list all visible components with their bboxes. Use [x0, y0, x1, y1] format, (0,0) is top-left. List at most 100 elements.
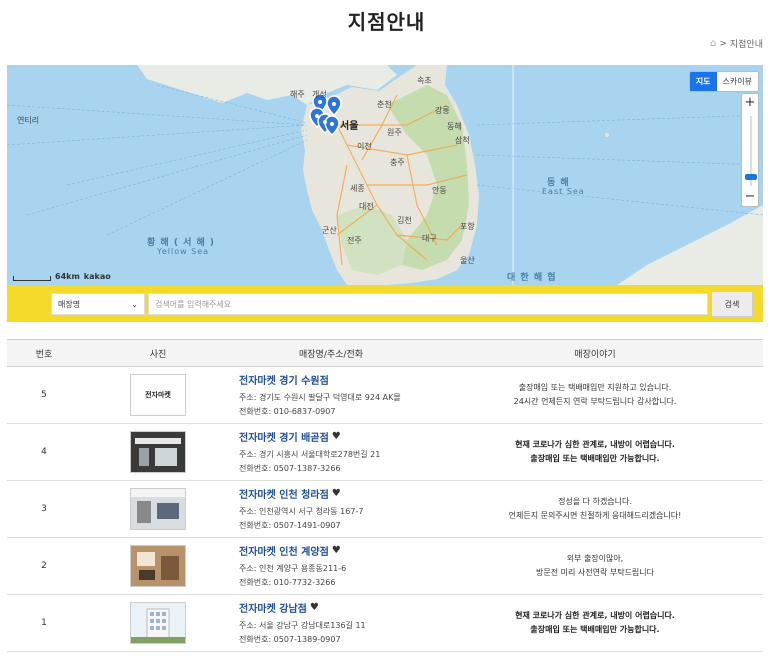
store-name: 전자마켓 강남점 [239, 603, 307, 615]
heart-icon: ♥ [331, 430, 341, 442]
store-phone: 전화번호: 0507-1491-0907 [239, 520, 341, 530]
store-phone: 전화번호: 010-6837-0907 [239, 406, 336, 416]
store-name-link[interactable]: 전자마켓 인천 청라점 ♥ [239, 486, 341, 501]
story-line-1: 정성을 다 하겠습니다. [558, 497, 632, 506]
zoom-out-button[interactable]: − [742, 188, 758, 206]
store-address: 주소: 인천광역시 서구 청라동 167-7 [239, 506, 364, 516]
store-thumbnail[interactable] [130, 545, 186, 587]
store-name-link[interactable]: 전자마켓 인천 계양점 ♥ [239, 543, 341, 558]
row-number: 5 [41, 390, 47, 400]
map-label-andong: 안동 [432, 186, 447, 195]
header-number: 번호 [35, 349, 53, 360]
store-name: 전자마켓 인천 계양점 [239, 546, 329, 558]
story-line-1: 외부 출장이많아, [566, 554, 624, 563]
store-phone: 전화번호: 0507-1387-3266 [239, 463, 341, 473]
home-icon[interactable]: ⌂ [710, 38, 716, 49]
map-label-korea-strait: 대 한 해 협 [507, 273, 557, 283]
scale-bar [13, 276, 51, 281]
search-button[interactable]: 검색 [711, 291, 753, 317]
zoom-in-button[interactable]: + [742, 94, 758, 112]
row-story: 현재 코로나가 심한 관계로, 내방이 어렵습니다. 출장매입 또는 택배매입만… [427, 424, 763, 480]
scale-label: 64km [55, 272, 80, 281]
heart-icon: ♥ [331, 487, 341, 499]
kakao-logo[interactable]: kakao [84, 272, 111, 281]
row-photo-cell [81, 424, 235, 480]
store-phone: 전화번호: 0507-1389-0907 [239, 634, 341, 644]
map-label-sejong: 세종 [350, 184, 365, 193]
store-name-link[interactable]: 전자마켓 경기 수원점 [239, 372, 329, 387]
story-line-2: 출장매입 또는 택배매입만 가능합니다. [530, 625, 660, 634]
store-phone: 전화번호: 010-7732-3266 [239, 577, 336, 587]
row-story: 현재 코로나가 심한 관계로, 내방이 어렵습니다. 출장매입 또는 택배매입만… [427, 595, 763, 651]
row-store-info: 전자마켓 경기 수원점 주소: 경기도 수원시 팔달구 덕영대로 924 AK몰… [235, 367, 427, 423]
map-canvas [7, 65, 763, 285]
breadcrumb-current: 지점안내 [729, 40, 763, 50]
row-number: 1 [41, 618, 47, 628]
story-line-1: 출장매입 또는 택배매입만 지원하고 있습니다. [518, 383, 672, 392]
store-address: 주소: 서울 강남구 강남대로136길 11 [239, 620, 366, 630]
store-name-link[interactable]: 전자마켓 강남점 ♥ [239, 600, 319, 615]
row-number: 3 [41, 504, 47, 514]
map-label-chuncheon: 춘천 [377, 100, 392, 109]
table-row: 3 전자마켓 인천 청라점 ♥ 주소: 인천광역시 서구 청라동 167-7 전… [7, 481, 763, 538]
chevron-down-icon: ⌄ [131, 299, 138, 309]
store-logo: 전자마켓 [145, 391, 171, 399]
store-thumbnail[interactable] [130, 602, 186, 644]
search-type-select[interactable]: 매장명 ⌄ [51, 293, 145, 315]
store-address: 주소: 경기도 수원시 팔달구 덕영대로 924 AK몰 [239, 392, 401, 402]
page-title: 지점안내 [347, 10, 426, 34]
row-store-info: 전자마켓 인천 계양점 ♥ 주소: 인천 계양구 용종동211-6 전화번호: … [235, 538, 427, 594]
map-label-daejeon: 대전 [359, 202, 374, 211]
map-label-gangneung: 강릉 [435, 106, 450, 115]
map-type-skyview-button[interactable]: 스카이뷰 [717, 72, 758, 91]
header-story: 매장이야기 [574, 349, 616, 360]
store-name: 전자마켓 경기 배곧점 [239, 432, 329, 444]
row-photo-cell [81, 595, 235, 651]
store-thumbnail[interactable] [130, 431, 186, 473]
map-label-wonju: 원주 [387, 128, 402, 137]
breadcrumb-separator: > [719, 38, 727, 49]
zoom-slider-handle[interactable] [745, 174, 757, 180]
map-label-east-sea-en: East Sea [542, 187, 585, 196]
table-row: 5 전자마켓 전자마켓 경기 수원점 주소: 경기도 수원시 팔달구 덕영대로 … [7, 367, 763, 424]
map-label-sokcho: 속초 [417, 76, 432, 85]
story-line-2: 24시간 언제든지 연락 부탁드립니다 감사합니다. [513, 397, 677, 406]
store-table: 번호 사진 매장명/주소/전화 매장이야기 5 전자마켓 전자마켓 경기 수원점… [7, 339, 763, 652]
map-label-pohang: 포항 [460, 222, 475, 231]
zoom-control: + − [741, 93, 759, 207]
row-story: 출장매입 또는 택배매입만 지원하고 있습니다. 24시간 언제든지 연락 부탁… [427, 367, 763, 423]
store-name-link[interactable]: 전자마켓 경기 배곧점 ♥ [239, 429, 341, 444]
row-story: 외부 출장이많아, 방문전 미리 사전연락 부탁드립니다 [427, 538, 763, 594]
store-name: 전자마켓 경기 수원점 [239, 375, 329, 387]
map-label-gunsan: 군산 [322, 226, 337, 235]
map-label-haeju: 해주 [290, 90, 305, 99]
row-photo-cell [81, 481, 235, 537]
map-type-map-button[interactable]: 지도 [689, 72, 717, 91]
map-type-toggle: 지도 스카이뷰 [688, 71, 759, 92]
table-row: 2 전자마켓 인천 계양점 ♥ 주소: 인천 계양구 용종동211-6 전화번호… [7, 538, 763, 595]
table-row: 4 전자마켓 경기 배곧점 ♥ 주소: 경기 시흥시 서울대학로278번길 21… [7, 424, 763, 481]
map-label-donghae: 동해 [447, 122, 462, 131]
store-thumbnail[interactable]: 전자마켓 [130, 374, 186, 416]
search-type-value: 매장명 [58, 299, 81, 309]
map-label-icheon: 이천 [357, 142, 372, 151]
store-name: 전자마켓 인천 청라점 [239, 489, 329, 501]
story-line-1: 현재 코로나가 심한 관계로, 내방이 어렵습니다. [515, 440, 675, 449]
store-thumbnail[interactable] [130, 488, 186, 530]
search-input[interactable]: 검색어를 입력해주세요 [148, 293, 708, 315]
store-address: 주소: 경기 시흥시 서울대학로278번길 21 [239, 449, 381, 459]
breadcrumb: ⌂ > 지점안내 [710, 37, 763, 50]
heart-icon: ♥ [331, 544, 341, 556]
store-map[interactable]: 해주 개성 서울 속초 춘천 강릉 원주 동해 삼척 이천 충주 세종 안동 대… [7, 65, 763, 285]
header-photo: 사진 [149, 349, 167, 360]
map-label-daegu: 대구 [422, 234, 437, 243]
map-label-ulsan: 울산 [460, 256, 475, 265]
map-label-yeontiri: 연티리 [17, 116, 40, 125]
header-store-info: 매장명/주소/전화 [298, 349, 364, 360]
row-story: 정성을 다 하겠습니다. 언제든지 문의주시면 친절하게 응대해드리겠습니다! [427, 481, 763, 537]
row-store-info: 전자마켓 강남점 ♥ 주소: 서울 강남구 강남대로136길 11 전화번호: … [235, 595, 427, 651]
story-line-2: 출장매입 또는 택배매입만 가능합니다. [530, 454, 660, 463]
row-photo-cell: 전자마켓 [81, 367, 235, 423]
map-label-jeonju: 전주 [347, 236, 362, 245]
row-photo-cell [81, 538, 235, 594]
